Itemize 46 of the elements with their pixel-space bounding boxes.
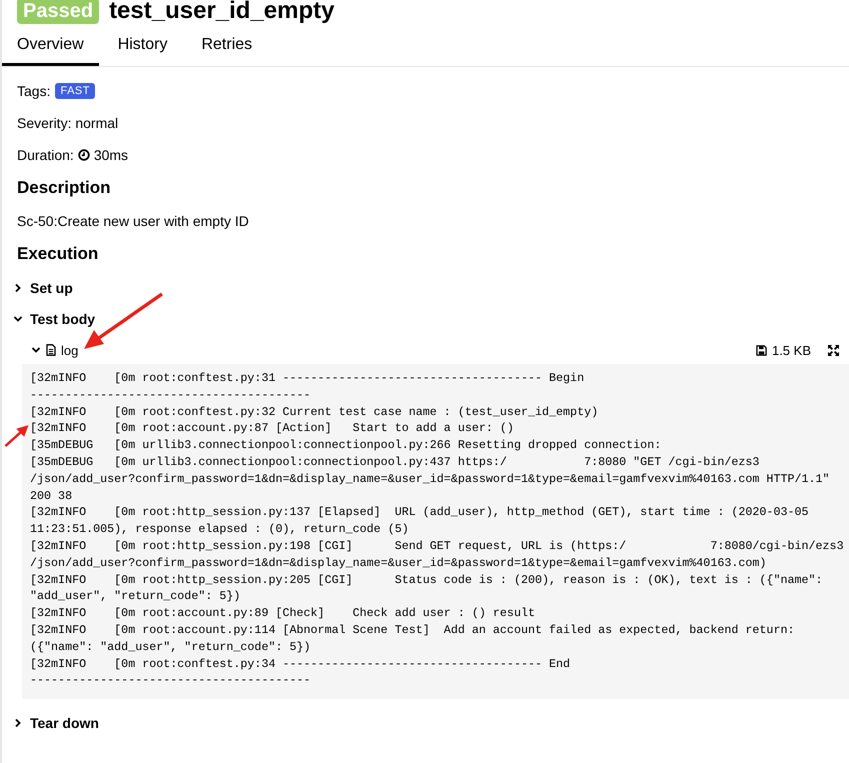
log-line: [35mDEBUG [0m urllib3.connectionpool:connectionpool.py:437 https:/ 7:8080 "GET /cgi-bin/ezs3 — [30, 454, 760, 471]
section-heading: Description — [17, 178, 112, 198]
log-line: ---------------------------------------- — [30, 672, 311, 690]
chevron-icon[interactable] — [13, 718, 23, 728]
log-line: 200 38 — [30, 488, 72, 504]
chevron-icon[interactable] — [13, 283, 23, 293]
log-line: [32mINFO [0m root:http_session.py:198 [CGI] Send GET request, URL is (https:/ 7:8080/cgi-bin/ezs3 — [30, 538, 844, 555]
log-line: [32mINFO [0m root:conftest.py:31 ------------------------------------- Begin — [30, 370, 584, 387]
tab[interactable]: History — [102, 32, 182, 66]
log-line: ---------------------------------------- — [30, 386, 311, 404]
log-line: [32mINFO [0m root:account.py:87 [Action] Start to add a user: () — [30, 420, 514, 438]
log-line: 11:23:51.005), response elapsed : (0), return_code (5) — [30, 521, 409, 538]
log-line: [32mINFO [0m root:account.py:114 [Abnormal Scene Test] Add an account failed as expected, backend return: — [30, 622, 794, 639]
tag: FAST — [55, 83, 95, 99]
log-line: /json/add_user?confirm_password=1&dn=&display_name=&user_id=&password=1&type=&email=gamfvexvim%40163.com HTTP/1.1" — [30, 470, 830, 488]
step-name[interactable]: Test body — [30, 311, 96, 327]
log-line: [32mINFO [0m root:conftest.py:32 Current test case name : (test_user_id_empty) — [30, 404, 598, 420]
severity-text: Severity: normal — [17, 115, 118, 131]
fullscreen-icon[interactable] — [828, 344, 839, 356]
log-line: "add_user", "return_code": 5}) — [30, 588, 240, 606]
annotation-arrow — [4, 424, 30, 448]
log-line: [32mINFO [0m root:http_session.py:205 [CGI] Status code is : (200), reason is : (OK), text is : ({"name": — [30, 572, 823, 588]
duration-value: 30ms — [94, 147, 128, 163]
log-line: ({"name": "add_user", "return_code": 5}) — [30, 638, 311, 656]
attachment-name[interactable]: log — [61, 342, 78, 358]
tab[interactable]: Retries — [186, 32, 268, 66]
log-line: [35mDEBUG [0m urllib3.connectionpool:connectionpool.py:266 Resetting dropped connection: — [30, 437, 662, 454]
log-line: [32mINFO [0m root:account.py:89 [Check] Check add user : () result — [30, 605, 535, 622]
test-title: test_user_id_empty — [109, 0, 334, 24]
tags-label: Tags: — [17, 83, 50, 99]
duration-label: Duration: — [17, 147, 74, 163]
log-line: /json/add_user?confirm_password=1&dn=&display_name=&user_id=&password=1&type=&email=gamfvexvim%40163.com) — [30, 554, 766, 572]
description-text: Sc-50:Create new user with empty ID — [17, 213, 249, 229]
section-heading: Execution — [17, 244, 100, 264]
save-icon[interactable] — [756, 344, 767, 356]
document-icon — [46, 344, 56, 356]
chevron-icon[interactable] — [31, 345, 41, 355]
chevron-icon[interactable] — [13, 314, 23, 324]
status-badge: Passed — [17, 0, 100, 24]
step-name[interactable]: Tear down — [30, 715, 99, 732]
file-size: 1.5 KB — [772, 342, 811, 358]
log-line: [32mINFO [0m root:conftest.py:34 ------------------------------------- End — [30, 656, 570, 672]
tab[interactable]: Overview — [2, 32, 99, 66]
log-line: [32mINFO [0m root:http_session.py:137 [Elapsed] URL (add_user), http_method (GET), start time : (2020-03-05 — [30, 504, 809, 522]
clock-icon — [78, 149, 90, 161]
step-name[interactable]: Set up — [30, 280, 73, 296]
